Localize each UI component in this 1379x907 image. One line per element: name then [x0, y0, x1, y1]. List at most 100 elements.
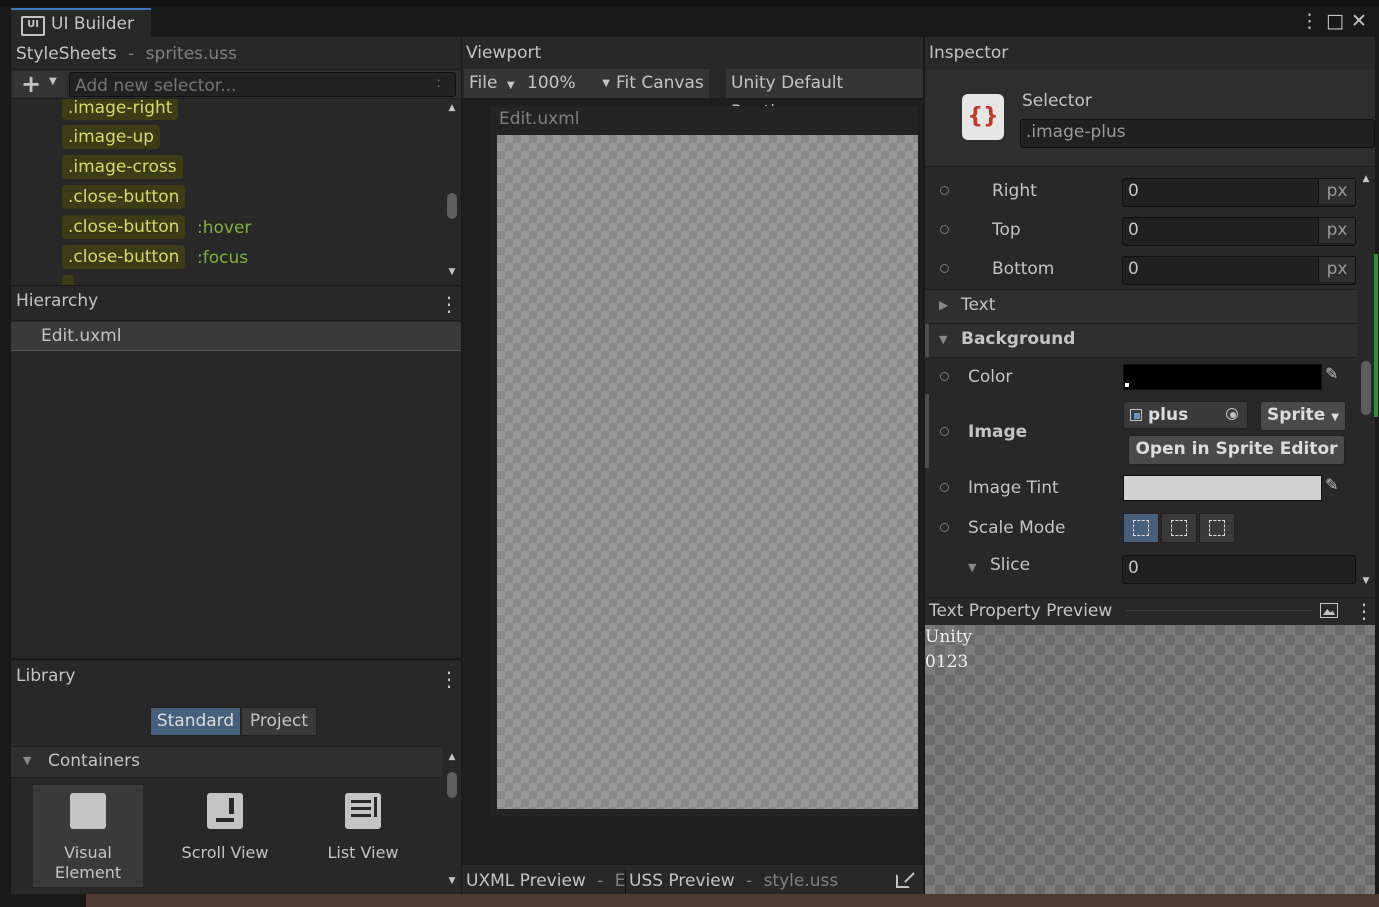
scroll-up-icon[interactable]: ▲ [445, 752, 459, 762]
file-menu-label: File [469, 73, 498, 93]
green-scroll-marker [1374, 254, 1378, 417]
add-stylesheet-button[interactable]: + ▼ [13, 70, 65, 98]
tab-standard[interactable]: Standard [150, 707, 241, 736]
selector-item[interactable]: .image-right [62, 99, 179, 120]
library-panel: Library ⋮ Standard Project ▼ Containers … [11, 660, 461, 894]
text-preview-line: 0123 [925, 652, 969, 672]
theme-dropdown[interactable]: Unity Default Runtime [726, 69, 923, 122]
tab-uxml-preview[interactable]: UXML Preview - E [466, 871, 626, 891]
color-swatch[interactable] [1123, 364, 1322, 390]
scale-mode-crop[interactable] [1199, 513, 1235, 543]
library-item-visual-element[interactable]: Visual Element [33, 785, 143, 887]
unit-dropdown[interactable]: px [1318, 257, 1355, 282]
object-picker-icon[interactable] [1226, 408, 1238, 420]
override-indicator [940, 483, 949, 492]
fit-canvas-button[interactable]: Fit Canvas [611, 69, 709, 98]
inspector-scroll-content: Right 0 px Top 0 px Bottom 0 px ▶ Text ▼ Ba… [925, 168, 1357, 597]
inspector-scrollbar[interactable]: ▲ ▼ [1359, 168, 1373, 597]
eyedropper-icon[interactable]: ✎ [1325, 364, 1349, 390]
scale-mode-toggle[interactable] [1123, 513, 1237, 543]
zoom-dropdown[interactable]: 100% ▼ [522, 69, 616, 98]
background-section-header[interactable]: ▼ Background [925, 323, 1357, 358]
right-field[interactable]: 0 px [1122, 178, 1356, 207]
text-preview-canvas: Unity 0123 [925, 625, 1375, 894]
selector-options-icon[interactable]: : [436, 75, 441, 91]
open-sprite-editor-button[interactable]: Open in Sprite Editor [1128, 435, 1345, 465]
image-type-dropdown[interactable]: Sprite ▼ [1260, 401, 1346, 431]
scale-mode-fit[interactable] [1161, 513, 1197, 543]
stylesheets-separator: - [128, 44, 135, 64]
override-indicator [940, 186, 949, 195]
scale-mode-stretch[interactable] [1123, 513, 1159, 543]
window-menu-icon[interactable]: ⋮ [1300, 10, 1319, 32]
image-background-icon[interactable] [1320, 603, 1338, 618]
image-object-field[interactable]: plus [1123, 401, 1248, 429]
uxml-preview-file: E [614, 871, 626, 891]
text-preview-header: Text Property Preview ⋮ [925, 597, 1375, 625]
canvas-title: Edit.uxml [499, 109, 580, 129]
containers-section-header[interactable]: ▼ Containers [11, 746, 442, 778]
tab-uss-preview[interactable]: USS Preview - style.uss [629, 871, 838, 891]
maximize-icon[interactable]: □ [1326, 10, 1344, 32]
hierarchy-root-row[interactable]: Edit.uxml [11, 322, 461, 351]
hierarchy-panel: Hierarchy ⋮ Edit.uxml [11, 286, 461, 658]
scroll-down-icon[interactable]: ▼ [445, 876, 459, 886]
containers-section-title: Containers [48, 751, 140, 771]
external-link-icon[interactable] [896, 872, 915, 888]
selector-input[interactable] [70, 73, 427, 98]
selector-input-container[interactable]: : [69, 72, 456, 98]
library-scrollbar[interactable]: ▲ ▼ [445, 746, 459, 894]
canvas-preview[interactable] [497, 135, 918, 809]
hierarchy-menu-icon[interactable]: ⋮ [439, 294, 459, 314]
eyedropper-icon[interactable]: ✎ [1325, 475, 1349, 501]
file-menu[interactable]: File ▼ [464, 69, 528, 98]
tab-project[interactable]: Project [241, 707, 317, 736]
selector-list: .image-right .image-up .image-cross .clo… [11, 99, 445, 285]
bottom-field[interactable]: 0 px [1122, 256, 1356, 285]
tint-swatch[interactable] [1123, 475, 1322, 501]
title-bar [0, 0, 1379, 37]
library-item-scroll-view[interactable]: Scroll View [170, 785, 280, 887]
viewport-panel: Viewport File ▼ 100% ▼ Fit Canvas Unity … [462, 37, 923, 897]
close-icon[interactable]: ✕ [1351, 10, 1367, 32]
selector-item[interactable]: .close-button [62, 215, 186, 239]
selector-header: {} Selector .image-plus [925, 69, 1375, 167]
scrollbar-thumb[interactable] [447, 772, 457, 798]
scroll-up-icon[interactable]: ▲ [1359, 174, 1373, 184]
selector-field[interactable]: .image-plus [1020, 119, 1375, 148]
scroll-view-icon [207, 793, 243, 829]
library-menu-icon[interactable]: ⋮ [439, 669, 459, 689]
right-value: 0 [1128, 181, 1139, 201]
top-field[interactable]: 0 px [1122, 217, 1356, 246]
window-tab[interactable]: UI UI Builder [11, 8, 151, 37]
unit-dropdown[interactable]: px [1318, 179, 1355, 204]
stylesheets-panel: StyleSheets - sprites.uss + ▼ : .image-r… [11, 37, 461, 285]
viewport-header: Viewport [462, 37, 923, 69]
library-title: Library [16, 666, 76, 686]
scrollbar-thumb[interactable] [447, 193, 457, 219]
stylesheets-scrollbar[interactable]: ▲ ▼ [445, 99, 459, 285]
sprite-icon [1130, 409, 1142, 421]
library-item-list-view[interactable]: List View [308, 785, 418, 887]
scroll-down-icon[interactable]: ▼ [445, 267, 459, 277]
property-label-image: Image [968, 422, 1028, 442]
selector-item[interactable]: .close-button [62, 185, 186, 209]
library-item-label: Element [54, 863, 122, 882]
selector-item[interactable]: .image-up [62, 125, 161, 149]
property-label-slice: Slice [990, 555, 1031, 575]
scrollbar-thumb[interactable] [1361, 361, 1371, 415]
property-label-right: Right [992, 181, 1037, 201]
property-label-top: Top [992, 220, 1021, 240]
uss-preview-file: style.uss [763, 871, 839, 891]
slice-field[interactable]: 0 [1122, 555, 1356, 584]
selector-item[interactable]: .image-cross [62, 155, 183, 179]
bottom-value: 0 [1128, 259, 1139, 279]
selector-item[interactable]: .close-button [62, 245, 186, 269]
hierarchy-root-label: Edit.uxml [41, 326, 122, 346]
text-section-header[interactable]: ▶ Text [925, 289, 1357, 324]
text-preview-menu-icon[interactable]: ⋮ [1354, 601, 1374, 621]
unit-dropdown[interactable]: px [1318, 218, 1355, 243]
selector-item-partial[interactable] [62, 275, 74, 285]
scroll-up-icon[interactable]: ▲ [445, 103, 459, 113]
scroll-down-icon[interactable]: ▼ [1359, 576, 1373, 586]
